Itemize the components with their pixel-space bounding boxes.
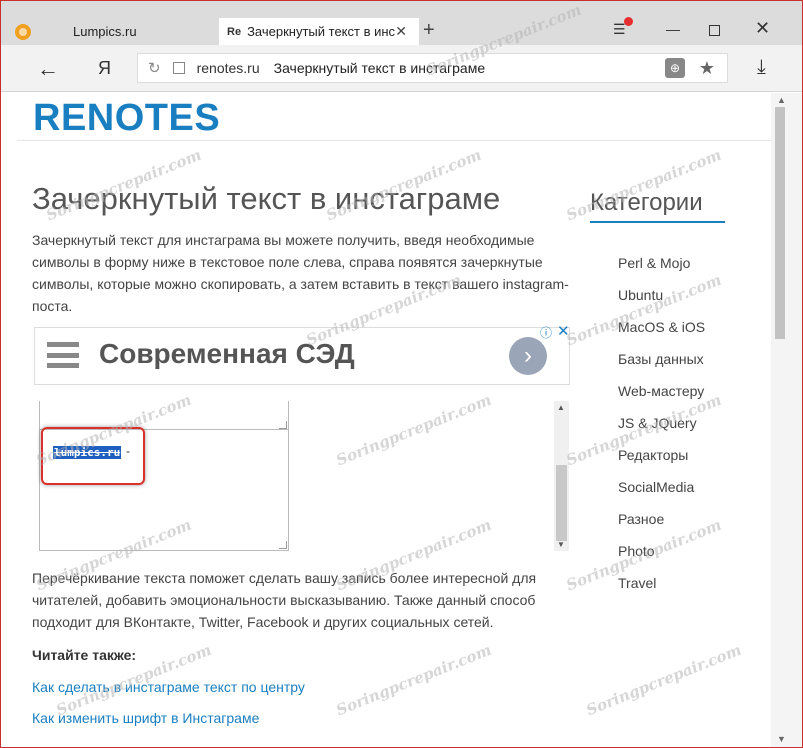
navigation-bar: ← Я ↻ renotes.ru Зачеркнутый текст в инс… <box>1 45 802 92</box>
category-item[interactable]: Базы данных <box>618 350 705 382</box>
notification-dot <box>624 17 633 26</box>
categories-heading: Категории <box>590 189 703 216</box>
back-arrow-icon[interactable]: ← <box>37 56 59 82</box>
category-item[interactable]: SocialMedia <box>618 478 705 510</box>
scroll-thumb[interactable] <box>775 107 785 339</box>
page-scrollbar[interactable]: ▲ ▼ <box>771 93 802 747</box>
renotes-favicon-icon: Re <box>227 25 242 38</box>
header-divider <box>17 140 771 141</box>
address-bar[interactable]: ↻ renotes.ru Зачеркнутый текст в инстагр… <box>137 53 728 83</box>
tab-lumpics[interactable]: Lumpics.ru <box>15 18 215 45</box>
related-link-change-font[interactable]: Как изменить шрифт в Инстаграме <box>32 710 259 726</box>
scroll-down-icon[interactable]: ▼ <box>557 540 565 549</box>
new-tab-icon[interactable]: + <box>423 20 435 40</box>
category-item[interactable]: Photo <box>618 542 705 574</box>
minimize-icon[interactable]: — <box>666 21 680 37</box>
tab-label: Lumpics.ru <box>73 24 137 39</box>
resize-grip-icon[interactable] <box>279 541 287 549</box>
category-item[interactable]: Редакторы <box>618 446 705 478</box>
scroll-thumb[interactable] <box>556 465 567 541</box>
ad-info-icon[interactable]: ⓘ <box>540 324 552 341</box>
scroll-down-icon[interactable]: ▼ <box>777 734 786 744</box>
ad-menu-icon <box>47 342 79 368</box>
resize-grip-icon[interactable] <box>279 421 287 429</box>
scroll-up-icon[interactable]: ▲ <box>777 95 786 105</box>
site-logo[interactable]: RENOTES <box>33 97 220 140</box>
ad-close-icon[interactable]: ✕ <box>557 322 570 340</box>
maximize-icon[interactable] <box>709 25 720 36</box>
yandex-logo-icon[interactable]: Я <box>98 58 111 79</box>
highlight-box: lumpics.ru - <box>41 427 145 485</box>
categories-list: Perl & Mojo Ubuntu MacOS & iOS Базы данн… <box>618 254 705 606</box>
category-item[interactable]: JS & JQuery <box>618 414 705 446</box>
categories-underline <box>590 221 725 223</box>
reload-icon[interactable]: ↻ <box>148 59 161 77</box>
body-paragraph: Перечёркивание текста поможет сделать ва… <box>32 570 537 630</box>
category-item[interactable]: Ubuntu <box>618 286 705 318</box>
read-also-heading: Читайте также: <box>32 647 137 663</box>
related-link-center-text[interactable]: Как сделать в инстаграме текст по центру <box>32 679 305 695</box>
tab-label: Зачеркнутый текст в инс <box>247 24 396 39</box>
category-item[interactable]: Perl & Mojo <box>618 254 705 286</box>
category-item[interactable]: Разное <box>618 510 705 542</box>
tab-renotes[interactable]: Re Зачеркнутый текст в инс ✕ <box>219 18 419 45</box>
page-viewport: RENOTES Зачеркнутый текст в инстаграме З… <box>1 93 771 747</box>
scroll-up-icon[interactable]: ▲ <box>557 403 565 412</box>
orange-favicon-icon <box>15 23 31 40</box>
translate-icon[interactable]: ⊕ <box>665 58 685 78</box>
address-page-title: Зачеркнутый текст в инстаграме <box>273 60 486 76</box>
bookmark-star-icon[interactable]: ★ <box>699 58 715 79</box>
category-item[interactable]: MacOS & iOS <box>618 318 705 350</box>
address-domain: renotes.ru <box>196 60 260 76</box>
category-item[interactable]: Web-мастеру <box>618 382 705 414</box>
textarea-scrollbar[interactable]: ▲ ▼ <box>554 401 569 551</box>
close-tab-icon[interactable]: ✕ <box>395 23 407 40</box>
page-icon <box>172 62 185 74</box>
tab-strip: Lumpics.ru Re Зачеркнутый текст в инс ✕ … <box>1 1 802 45</box>
selected-strikethrough-text[interactable]: lumpics.ru <box>53 446 122 459</box>
ad-banner[interactable]: Современная СЭД › ⓘ ✕ <box>34 323 570 385</box>
page-title: Зачеркнутый текст в инстаграме <box>32 181 501 216</box>
intro-paragraph: Зачеркнутый текст для инстаграма вы може… <box>32 232 569 314</box>
ad-text: Современная СЭД <box>99 338 355 369</box>
ad-arrow-icon[interactable]: › <box>509 337 547 375</box>
browser-window: Lumpics.ru Re Зачеркнутый текст в инс ✕ … <box>0 0 803 748</box>
menu-icon[interactable]: ☰ <box>613 17 633 38</box>
category-item[interactable]: Travel <box>618 574 705 606</box>
download-icon[interactable]: ⤓ <box>757 56 766 79</box>
output-suffix: - <box>126 444 130 458</box>
close-window-icon[interactable]: ✕ <box>755 18 770 39</box>
